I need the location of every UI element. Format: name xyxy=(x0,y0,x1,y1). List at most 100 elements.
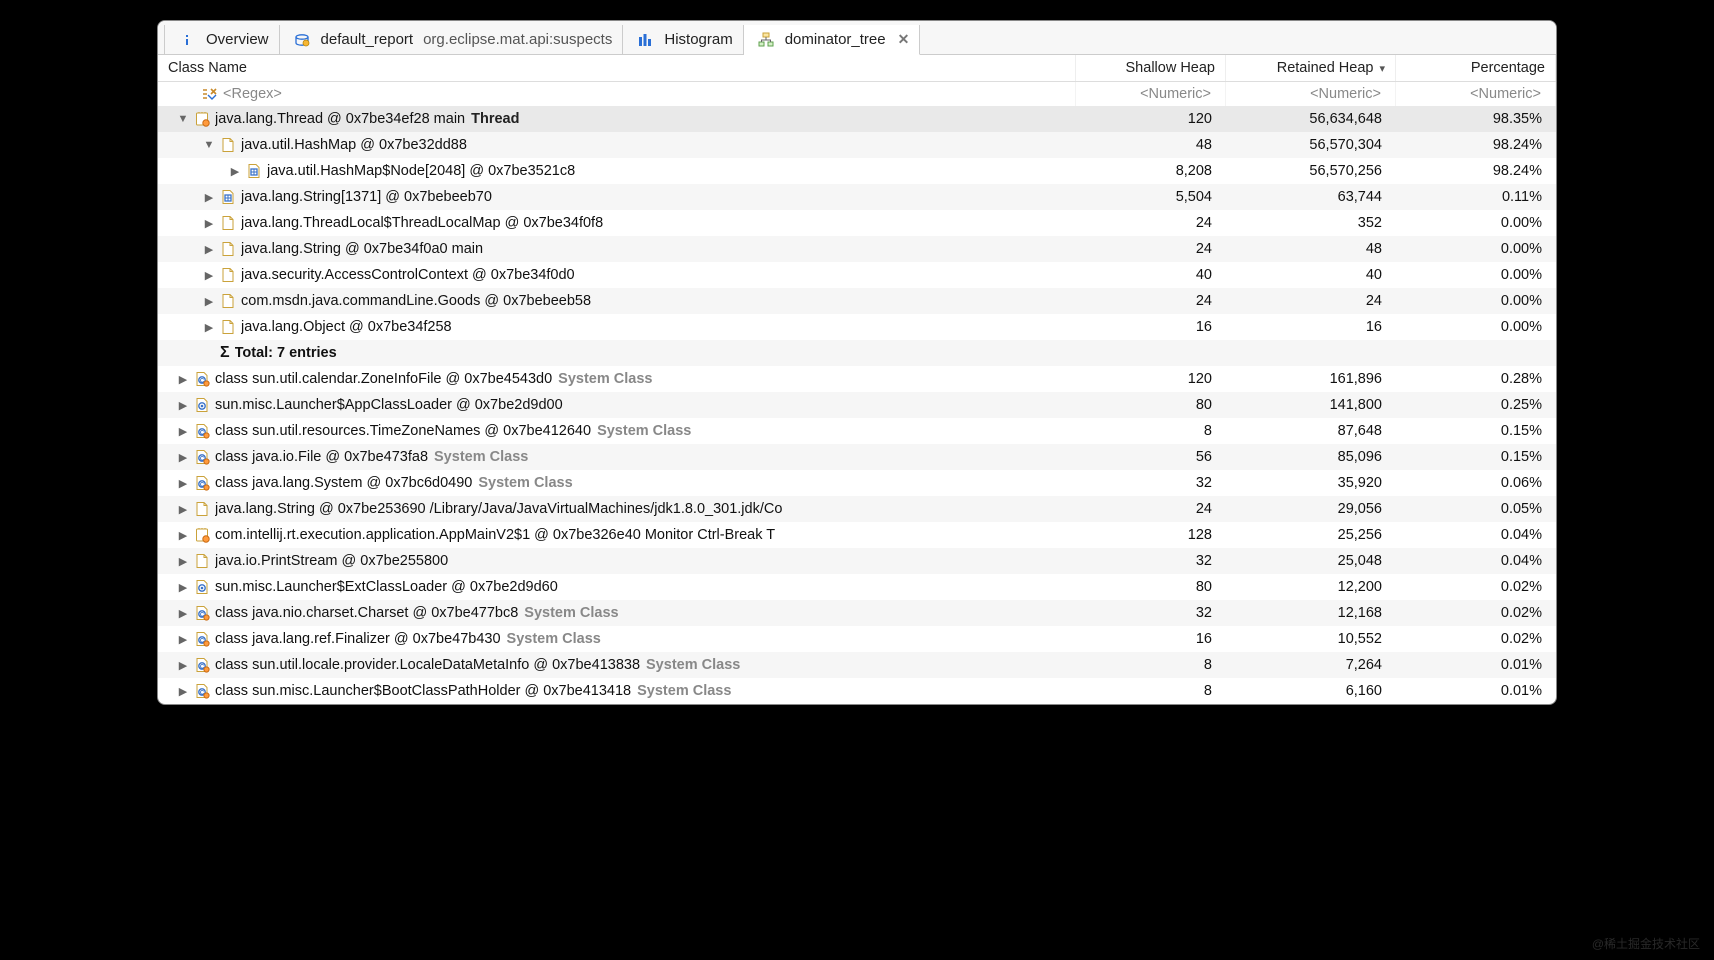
row-label: sun.misc.Launcher$ExtClassLoader @ 0x7be… xyxy=(215,579,558,595)
chevron-right-icon[interactable]: ▶ xyxy=(176,399,190,412)
close-icon[interactable]: ✕ xyxy=(898,31,910,48)
chevron-right-icon[interactable]: ▶ xyxy=(176,451,190,464)
cell-percentage: 98.35% xyxy=(1396,111,1556,127)
cell-retained: 29,056 xyxy=(1226,501,1396,517)
cell-retained: 56,570,256 xyxy=(1226,163,1396,179)
row-label: java.lang.Object @ 0x7be34f258 xyxy=(241,319,452,335)
tree-row[interactable]: ▶java.lang.ThreadLocal$ThreadLocalMap @ … xyxy=(158,210,1556,236)
filter-percentage[interactable]: <Numeric> xyxy=(1396,82,1556,106)
class-icon: C xyxy=(193,474,211,492)
tree-row[interactable]: ▶ java.lang.String @ 0x7be253690 /Library… xyxy=(158,496,1556,522)
cell-retained: 48 xyxy=(1226,241,1396,257)
row-label: class sun.util.locale.provider.LocaleDat… xyxy=(215,657,640,673)
cell-shallow: 80 xyxy=(1076,397,1226,413)
chevron-right-icon[interactable]: ▶ xyxy=(176,633,190,646)
chevron-right-icon[interactable]: ▶ xyxy=(176,373,190,386)
cell-percentage: 0.02% xyxy=(1396,579,1556,595)
tree-row[interactable]: ▶java.lang.Object @ 0x7be34f25816160.00% xyxy=(158,314,1556,340)
tree-row[interactable]: ▶java.lang.String[1371] @ 0x7bebeeb705,5… xyxy=(158,184,1556,210)
tree-row[interactable]: ▶ com.msdn.java.commandLine.Goods @ 0x7be… xyxy=(158,288,1556,314)
chevron-right-icon[interactable]: ▶ xyxy=(202,191,216,204)
tree-row[interactable]: ▶java.io.PrintStream @ 0x7be2558003225,0… xyxy=(158,548,1556,574)
column-header-retained[interactable]: Retained Heap▾ xyxy=(1226,55,1396,81)
filter-icon xyxy=(201,85,219,103)
column-header-percentage[interactable]: Percentage xyxy=(1396,55,1556,81)
tab-label: dominator_tree xyxy=(785,31,886,48)
tab-report[interactable]: default_report org.eclipse.mat.api:suspe… xyxy=(280,25,624,54)
cell-percentage: 0.06% xyxy=(1396,475,1556,491)
cell-shallow: 24 xyxy=(1076,215,1226,231)
tree-row[interactable]: ▶java.security.AccessControlContext @ 0x… xyxy=(158,262,1556,288)
filter-shallow[interactable]: <Numeric> xyxy=(1076,82,1226,106)
tree-row[interactable]: ▶Cclass java.lang.System @ 0x7bc6d0490Sy… xyxy=(158,470,1556,496)
row-bold-suffix: Thread xyxy=(471,111,519,127)
tree-row[interactable]: ▶ sun.misc.Launcher$ExtClassLoader @ 0x7b… xyxy=(158,574,1556,600)
cell-percentage: 0.00% xyxy=(1396,319,1556,335)
chevron-right-icon[interactable]: ▶ xyxy=(202,269,216,282)
info-icon xyxy=(178,31,196,49)
cell-shallow: 16 xyxy=(1076,631,1226,647)
tree-row[interactable]: ▶Cclass java.io.File @ 0x7be473fa8System… xyxy=(158,444,1556,470)
loader-icon xyxy=(193,578,211,596)
tree-row[interactable]: ▶Cclass sun.util.resources.TimeZoneNames… xyxy=(158,418,1556,444)
chevron-right-icon[interactable]: ▶ xyxy=(176,529,190,542)
chevron-right-icon[interactable]: ▶ xyxy=(202,295,216,308)
chevron-down-icon[interactable]: ▼ xyxy=(176,113,190,125)
chevron-right-icon[interactable]: ▶ xyxy=(176,477,190,490)
file-icon xyxy=(219,318,237,336)
row-label: java.io.PrintStream @ 0x7be255800 xyxy=(215,553,448,569)
cell-retained: 16 xyxy=(1226,319,1396,335)
tree-row[interactable]: ▶com.intellij.rt.execution.application.A… xyxy=(158,522,1556,548)
column-header-shallow[interactable]: Shallow Heap xyxy=(1076,55,1226,81)
chevron-right-icon[interactable]: ▶ xyxy=(176,607,190,620)
tree-row[interactable]: ▶java.util.HashMap$Node[2048] @ 0x7be352… xyxy=(158,158,1556,184)
chevron-right-icon[interactable]: ▶ xyxy=(176,425,190,438)
row-label: class java.lang.System @ 0x7bc6d0490 xyxy=(215,475,472,491)
tree-row[interactable]: ▼java.util.HashMap @ 0x7be32dd884856,570… xyxy=(158,132,1556,158)
cell-percentage: 0.15% xyxy=(1396,423,1556,439)
tree-row[interactable]: ▶Cclass sun.util.locale.provider.LocaleD… xyxy=(158,652,1556,678)
chevron-right-icon[interactable]: ▶ xyxy=(176,659,190,672)
cell-percentage: 98.24% xyxy=(1396,137,1556,153)
file-icon xyxy=(193,500,211,518)
row-label: class java.io.File @ 0x7be473fa8 xyxy=(215,449,428,465)
chevron-right-icon[interactable]: ▶ xyxy=(176,503,190,516)
tab-histogram[interactable]: Histogram xyxy=(623,25,743,54)
tree-row[interactable]: ▶Cclass sun.util.calendar.ZoneInfoFile @… xyxy=(158,366,1556,392)
chevron-down-icon[interactable]: ▼ xyxy=(202,139,216,151)
tab-dominator-tree[interactable]: dominator_tree ✕ xyxy=(744,25,921,55)
row-label: class sun.util.resources.TimeZoneNames @… xyxy=(215,423,591,439)
chevron-right-icon[interactable]: ▶ xyxy=(202,243,216,256)
cell-percentage: 0.01% xyxy=(1396,657,1556,673)
row-label: java.lang.String @ 0x7be253690 /Library/… xyxy=(215,501,782,517)
tree-row[interactable]: ▶ΣTotal: 7 entries xyxy=(158,340,1556,366)
cell-shallow: 56 xyxy=(1076,449,1226,465)
chevron-right-icon[interactable]: ▶ xyxy=(176,685,190,698)
tree-row[interactable]: ▶Cclass java.nio.charset.Charset @ 0x7be… xyxy=(158,600,1556,626)
file-icon xyxy=(219,240,237,258)
chevron-right-icon[interactable]: ▶ xyxy=(228,165,242,178)
tree-row[interactable]: ▼java.lang.Thread @ 0x7be34ef28 mainThre… xyxy=(158,106,1556,132)
tab-overview[interactable]: Overview xyxy=(164,25,280,54)
tree-row[interactable]: ▶Cclass sun.misc.Launcher$BootClassPathH… xyxy=(158,678,1556,704)
row-label: com.msdn.java.commandLine.Goods @ 0x7beb… xyxy=(241,293,591,309)
cell-retained: 25,048 xyxy=(1226,553,1396,569)
tree-row[interactable]: ▶java.lang.String @ 0x7be34f0a0 main2448… xyxy=(158,236,1556,262)
filter-retained[interactable]: <Numeric> xyxy=(1226,82,1396,106)
filter-name[interactable]: <Regex> xyxy=(158,82,1076,106)
column-header-name[interactable]: Class Name xyxy=(158,55,1076,81)
sigma-icon: Σ xyxy=(220,344,230,362)
chevron-right-icon[interactable]: ▶ xyxy=(176,581,190,594)
cell-shallow: 24 xyxy=(1076,501,1226,517)
tree-row[interactable]: ▶Cclass java.lang.ref.Finalizer @ 0x7be4… xyxy=(158,626,1556,652)
report-icon xyxy=(293,31,311,49)
chevron-right-icon[interactable]: ▶ xyxy=(202,217,216,230)
cell-retained: 63,744 xyxy=(1226,189,1396,205)
tab-sublabel: org.eclipse.mat.api:suspects xyxy=(423,31,612,48)
tree-row[interactable]: ▶sun.misc.Launcher$AppClassLoader @ 0x7b… xyxy=(158,392,1556,418)
eclipse-mat-window: Overview default_report org.eclipse.mat.… xyxy=(157,20,1557,705)
chevron-right-icon[interactable]: ▶ xyxy=(176,555,190,568)
cell-shallow: 80 xyxy=(1076,579,1226,595)
class-icon: C xyxy=(193,604,211,622)
chevron-right-icon[interactable]: ▶ xyxy=(202,321,216,334)
